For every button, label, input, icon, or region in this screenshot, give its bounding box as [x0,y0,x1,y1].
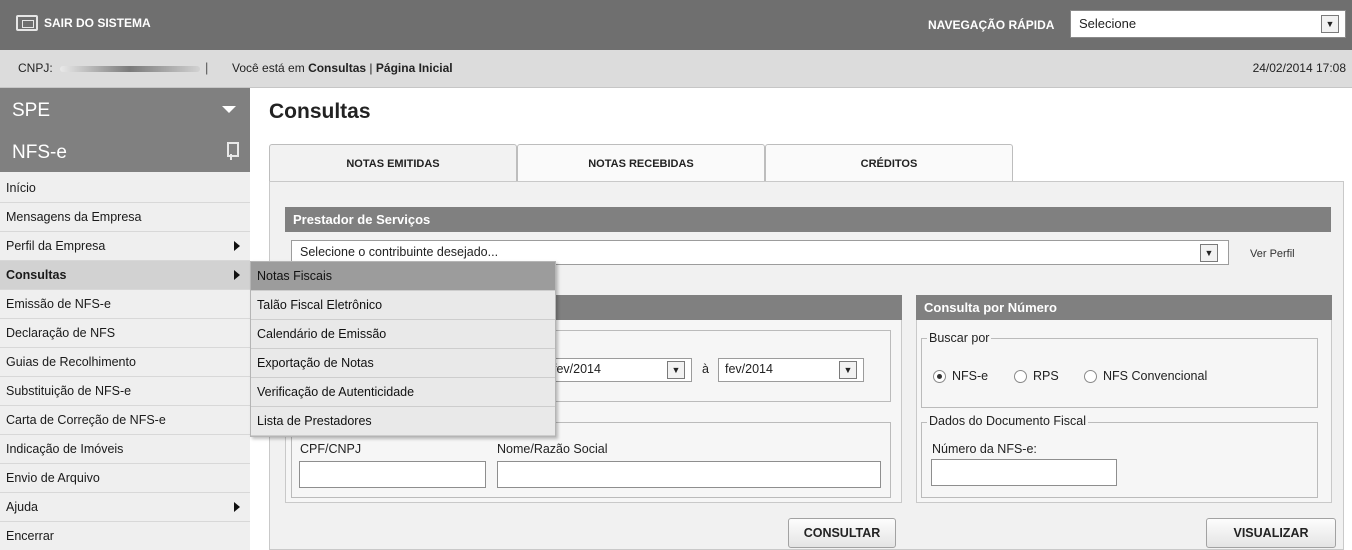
pin-icon[interactable] [226,142,239,160]
period-to-select[interactable]: fev/2014 ▼ [718,358,864,382]
prestador-heading: Prestador de Serviços [285,207,1331,232]
sidebar-module-nfse[interactable]: NFS-e [0,130,250,172]
breadcrumb-prefix: Você está em [232,61,305,75]
breadcrumb-divider: | [369,61,373,75]
sidebar-item-label: Emissão de NFS-e [6,297,111,311]
submenu-item-lista-prestadores[interactable]: Lista de Prestadores [251,407,555,436]
sidebar-item-encerrar[interactable]: Encerrar [0,522,250,550]
sidebar-item-label: Indicação de Imóveis [6,442,124,456]
buscar-legend: Buscar por [927,331,992,345]
sidebar-item-label: Consultas [6,268,67,282]
chevron-right-icon [234,270,240,280]
radio-label: RPS [1033,369,1059,383]
sidebar-item-label: Encerrar [6,529,54,543]
chevron-down-icon[interactable] [222,106,236,113]
quick-nav-label: NAVEGAÇÃO RÁPIDA [928,18,1055,32]
logout-label: SAIR DO SISTEMA [44,16,151,30]
sidebar-item-ajuda[interactable]: Ajuda [0,493,250,522]
sidebar-item-label: Perfil da Empresa [6,239,106,253]
sidebar-item-emissao[interactable]: Emissão de NFS-e [0,290,250,319]
sidebar-item-inicio[interactable]: Início [0,174,250,203]
sidebar-item-imoveis[interactable]: Indicação de Imóveis [0,435,250,464]
top-bar: SAIR DO SISTEMA NAVEGAÇÃO RÁPIDA Selecio… [0,0,1352,50]
sidebar-item-label: Mensagens da Empresa [6,210,142,224]
sidebar-item-consultas[interactable]: Consultas [0,261,250,290]
sidebar-item-mensagens[interactable]: Mensagens da Empresa [0,203,250,232]
tab-notas-recebidas[interactable]: NOTAS RECEBIDAS [517,144,765,182]
nome-razao-label: Nome/Razão Social [497,442,608,456]
sidebar-item-label: Início [6,181,36,195]
dados-documento-legend: Dados do Documento Fiscal [927,414,1089,428]
radio-nfse[interactable]: NFS-e [933,369,988,383]
logout-button[interactable]: SAIR DO SISTEMA [16,12,151,34]
ver-perfil-link[interactable]: Ver Perfil [1250,248,1295,260]
period-from-value: fev/2014 [553,362,601,376]
submenu-item-talao-fiscal[interactable]: Talão Fiscal Eletrônico [251,291,555,320]
sidebar-item-perfil[interactable]: Perfil da Empresa [0,232,250,261]
exit-icon [16,15,38,31]
sidebar-module-spe[interactable]: SPE [0,88,250,130]
period-from-select[interactable]: fev/2014 ▼ [546,358,692,382]
cnpj-redacted [60,66,200,72]
consulta-numero-heading: Consulta por Número [916,295,1332,320]
quick-nav-select[interactable]: Selecione ▼ [1070,10,1346,38]
cpf-cnpj-label: CPF/CNPJ [300,442,362,456]
breadcrumb-section[interactable]: Consultas [308,61,366,75]
chevron-down-icon[interactable]: ▼ [667,361,685,379]
info-bar: CNPJ: | Você está em Consultas | Página … [0,50,1352,88]
sidebar-item-carta-correcao[interactable]: Carta de Correção de NFS-e [0,406,250,435]
submenu-item-verificacao[interactable]: Verificação de Autenticidade [251,378,555,407]
sidebar-submodule-label: NFS-e [12,142,67,163]
tab-notas-emitidas[interactable]: NOTAS EMITIDAS [269,144,517,182]
sidebar-item-label: Carta de Correção de NFS-e [6,413,166,427]
separator: | [205,60,209,75]
sidebar-item-guias[interactable]: Guias de Recolhimento [0,348,250,377]
visualizar-button[interactable]: VISUALIZAR [1206,518,1336,548]
datetime: 24/02/2014 17:08 [1252,61,1346,75]
period-to-value: fev/2014 [725,362,773,376]
sidebar: SPE NFS-e Início Mensagens da Empresa Pe… [0,88,250,550]
radio-icon[interactable] [1084,369,1097,383]
radio-label: NFS Convencional [1103,369,1208,383]
chevron-down-icon[interactable]: ▼ [1321,15,1339,33]
chevron-down-icon[interactable]: ▼ [839,361,857,379]
radio-rps[interactable]: RPS [1014,369,1059,383]
consultas-submenu: Notas Fiscais Talão Fiscal Eletrônico Ca… [250,261,556,437]
chevron-right-icon [234,241,240,251]
numero-nfse-label: Número da NFS-e: [932,442,1037,456]
radio-selected-icon[interactable] [933,369,946,383]
cnpj-label: CNPJ: [18,61,53,75]
sidebar-module-label: SPE [12,100,51,121]
chevron-right-icon [234,502,240,512]
sidebar-item-label: Envio de Arquivo [6,471,100,485]
tab-creditos[interactable]: CRÉDITOS [765,144,1013,182]
numero-nfse-input[interactable] [931,459,1117,486]
sidebar-menu: Início Mensagens da Empresa Perfil da Em… [0,174,250,550]
prestador-select-value: Selecione o contribuinte desejado... [300,245,499,259]
cpf-cnpj-input[interactable] [299,461,486,488]
sidebar-item-label: Declaração de NFS [6,326,116,340]
consultar-button[interactable]: CONSULTAR [788,518,896,548]
period-separator: à [702,362,709,376]
quick-nav-value: Selecione [1079,16,1137,31]
radio-label: NFS-e [952,369,989,383]
radio-icon[interactable] [1014,369,1027,383]
submenu-item-calendario[interactable]: Calendário de Emissão [251,320,555,349]
sidebar-item-label: Guias de Recolhimento [6,355,136,369]
page-title: Consultas [269,100,371,123]
chevron-down-icon[interactable]: ▼ [1200,244,1218,262]
radio-nfs-convencional[interactable]: NFS Convencional [1084,369,1207,383]
submenu-item-exportacao[interactable]: Exportação de Notas [251,349,555,378]
sidebar-item-label: Substituição de NFS-e [6,384,132,398]
sidebar-item-envio-arquivo[interactable]: Envio de Arquivo [0,464,250,493]
breadcrumb-page[interactable]: Página Inicial [376,61,453,75]
nome-razao-input[interactable] [497,461,881,488]
sidebar-item-substituicao[interactable]: Substituição de NFS-e [0,377,250,406]
sidebar-item-declaracao[interactable]: Declaração de NFS [0,319,250,348]
submenu-item-notas-fiscais[interactable]: Notas Fiscais [251,262,555,291]
sidebar-item-label: Ajuda [6,500,38,514]
breadcrumb: Você está em Consultas | Página Inicial [232,61,453,75]
